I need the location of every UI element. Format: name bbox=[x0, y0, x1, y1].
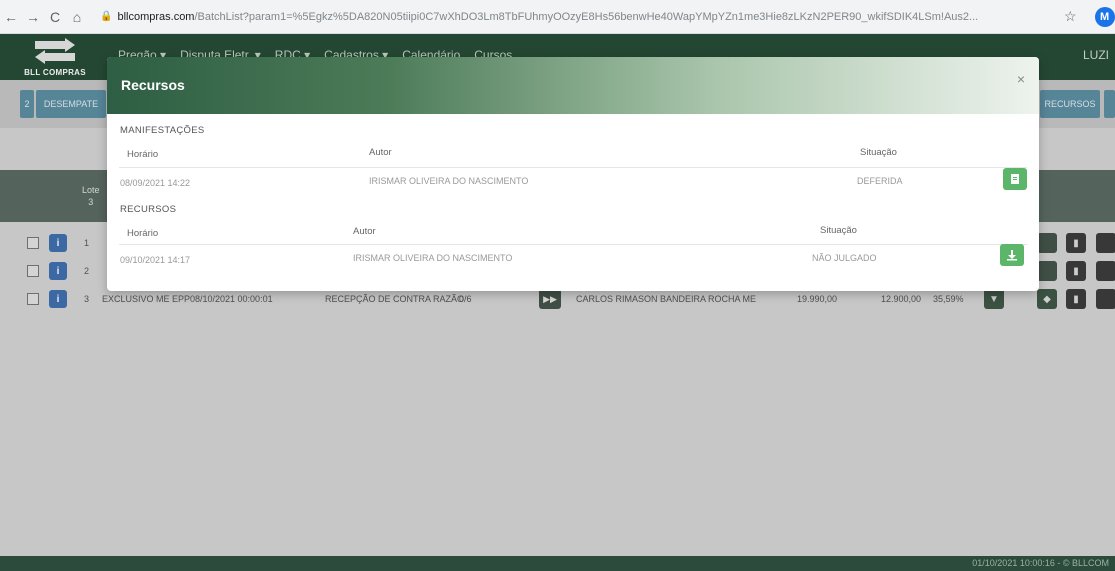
col-horario: Horário bbox=[127, 149, 159, 160]
document-icon[interactable] bbox=[1003, 168, 1027, 190]
download-icon[interactable] bbox=[1000, 244, 1024, 266]
address-bar[interactable]: 🔒 bllcompras.com /BatchList?param1=%5Egk… bbox=[94, 5, 1054, 29]
col-autor: Autor bbox=[369, 147, 392, 158]
bookmark-star-icon[interactable]: ☆ bbox=[1064, 8, 1077, 25]
url-path: /BatchList?param1=%5Egkz%5DA820N05tiipi0… bbox=[194, 10, 979, 23]
section-label-manifestacoes: MANIFESTAÇÕES bbox=[120, 125, 205, 136]
browser-toolbar: ← → C ⌂ 🔒 bllcompras.com /BatchList?para… bbox=[0, 0, 1115, 34]
section-label-recursos: RECURSOS bbox=[120, 204, 177, 215]
download-glyph bbox=[1007, 250, 1017, 261]
profile-avatar[interactable]: M bbox=[1094, 6, 1115, 27]
col-situacao: Situação bbox=[820, 225, 857, 236]
footer-text: 01/10/2021 10:00:16 - © BLLCOM bbox=[972, 558, 1109, 568]
divider bbox=[119, 244, 1027, 245]
modal-title: Recursos bbox=[121, 77, 185, 93]
reload-icon[interactable]: C bbox=[44, 9, 66, 25]
col-horario: Horário bbox=[127, 228, 159, 239]
home-icon[interactable]: ⌂ bbox=[66, 9, 88, 25]
manifestacao-horario: 08/09/2021 14:22 bbox=[120, 178, 191, 188]
document-glyph bbox=[1011, 174, 1019, 184]
status-footer: 01/10/2021 10:00:16 - © BLLCOM bbox=[0, 556, 1115, 571]
manifestacao-situacao: DEFERIDA bbox=[857, 176, 903, 186]
recursos-modal: Recursos × MANIFESTAÇÕES Horário Autor S… bbox=[107, 57, 1039, 291]
lock-icon: 🔒 bbox=[100, 11, 113, 22]
recurso-autor: IRISMAR OLIVEIRA DO NASCIMENTO bbox=[353, 253, 513, 263]
col-autor: Autor bbox=[353, 226, 376, 237]
close-icon[interactable]: × bbox=[1017, 71, 1025, 87]
recurso-situacao: NÃO JULGADO bbox=[812, 253, 877, 263]
manifestacao-autor: IRISMAR OLIVEIRA DO NASCIMENTO bbox=[369, 176, 529, 186]
recurso-horario: 09/10/2021 14:17 bbox=[120, 255, 191, 265]
col-situacao: Situação bbox=[860, 147, 897, 158]
modal-header: Recursos × bbox=[107, 57, 1039, 114]
divider bbox=[119, 167, 1027, 168]
back-icon[interactable]: ← bbox=[0, 9, 22, 25]
url-domain: bllcompras.com bbox=[117, 10, 195, 23]
forward-icon[interactable]: → bbox=[22, 9, 44, 25]
